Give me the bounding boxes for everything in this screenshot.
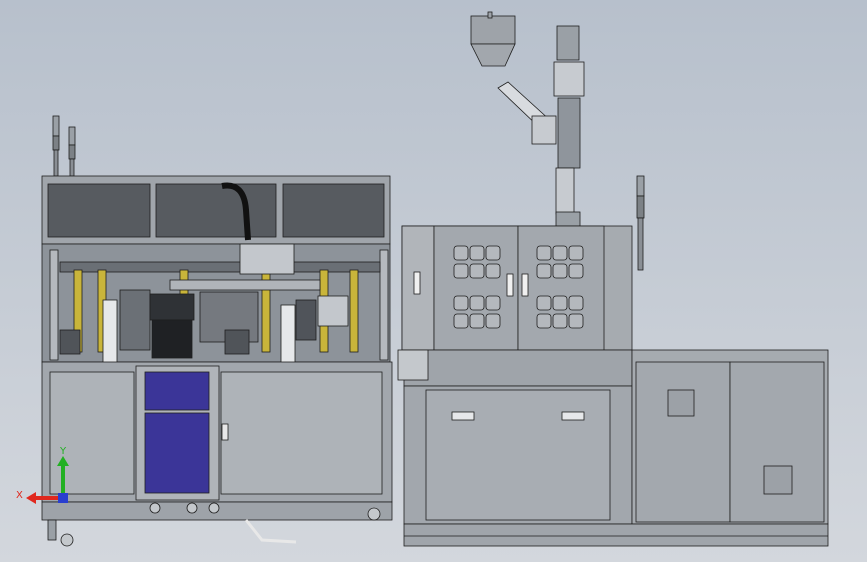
side-door-left[interactable] [635,361,731,523]
door-handle[interactable] [221,423,229,441]
control-handle-3[interactable] [521,273,529,297]
control-door-right[interactable] [517,225,605,351]
cabinet-door-purple-lower[interactable] [144,412,210,494]
cad-viewport[interactable]: Y X [0,0,867,562]
top-window-2 [155,183,277,238]
vent-slot-2 [561,411,585,421]
right-extruder-machine[interactable] [397,11,829,547]
signal-tower-right [636,175,645,271]
lower-door-right[interactable] [425,389,611,521]
cabinet-door-purple-upper[interactable] [144,371,210,411]
x-axis-label: X [16,490,23,501]
y-axis-label: Y [59,446,67,457]
middle-beam [403,349,633,387]
top-window-1 [47,183,151,238]
side-door-right[interactable] [729,361,825,523]
signal-tower-left [52,115,76,177]
control-handle-1[interactable] [413,271,421,295]
z-axis-box [58,493,68,503]
cad-model-scene[interactable]: Y X [0,0,867,562]
x-axis-arrow [26,492,36,504]
top-window-3 [282,183,385,238]
control-handle-2[interactable] [506,273,514,297]
access-panel-2 [763,465,793,495]
hopper [470,11,553,129]
access-panel-1 [667,389,695,417]
pipe-stub [397,349,429,381]
control-door-left[interactable] [433,225,519,351]
base-right [403,523,829,547]
left-assembly-machine[interactable] [41,115,393,547]
motor-column [531,25,585,227]
vent-slot-1 [451,411,475,421]
cabinet-door-right[interactable] [220,371,383,495]
